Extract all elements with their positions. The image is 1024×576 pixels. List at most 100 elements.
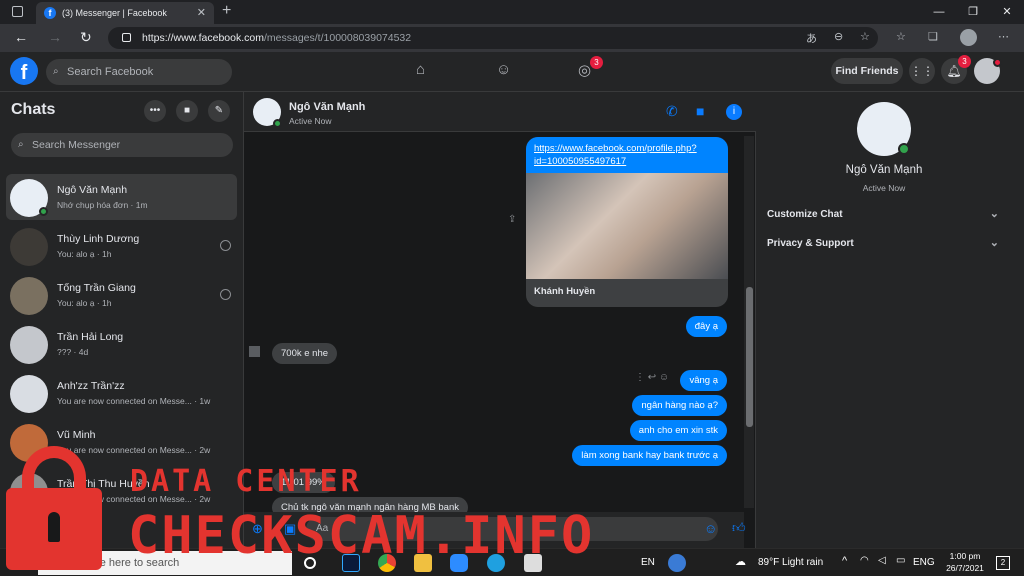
browser-profile-avatar[interactable]	[960, 29, 977, 46]
conversation-avatar	[10, 326, 48, 364]
conversation-item[interactable]: Thùy Linh Dương You: alo ạ · 1h	[6, 223, 237, 269]
conversation-avatar	[10, 424, 48, 462]
contact-profile-name[interactable]: Ngô Văn Mạnh	[756, 164, 1012, 176]
conversation-snippet: You: alo ạ · 1h	[57, 249, 112, 259]
message-in[interactable]: 11 01 99%	[272, 472, 335, 493]
link-preview-card[interactable]: https://www.facebook.com/profile.php?id=…	[526, 137, 728, 307]
message-out[interactable]: anh cho em xin stk	[629, 420, 727, 441]
conversation-name: Vũ Minh	[57, 429, 96, 441]
battery-icon[interactable]: ▭	[896, 555, 905, 566]
minimize-icon[interactable]: —	[922, 0, 956, 24]
language-short[interactable]: EN	[641, 557, 655, 568]
read-aloud-icon[interactable]: あ	[806, 30, 817, 46]
new-tab-button[interactable]: +	[222, 2, 231, 20]
clock-time[interactable]: 1:00 pm	[945, 551, 985, 561]
conversation-item[interactable]: Anh'zz Trần'zz You are now connected on M…	[6, 370, 237, 416]
messenger-search-input[interactable]: ⌕ Search Messenger	[11, 133, 233, 157]
app-icon[interactable]	[524, 554, 542, 572]
close-tab-icon[interactable]: ✕	[197, 6, 206, 19]
close-window-icon[interactable]: ✕	[990, 0, 1024, 24]
home-icon[interactable]: ⌂	[416, 61, 425, 78]
task-view-icon[interactable]	[304, 557, 316, 569]
tab-actions-icon[interactable]	[12, 6, 23, 17]
taskbar-search-input[interactable]: Type here to search	[38, 551, 292, 575]
link-preview-image	[526, 173, 728, 279]
language-indicator[interactable]: ENG	[913, 557, 935, 568]
friends-icon[interactable]: ☺	[496, 61, 511, 78]
conversation-avatar	[10, 375, 48, 413]
edge-icon[interactable]	[487, 554, 505, 572]
file-explorer-icon[interactable]	[414, 554, 432, 572]
conversation-item[interactable]: Vũ Minh You are now connected on Messe...…	[6, 419, 237, 465]
menu-grid-icon[interactable]: ⋮⋮	[909, 58, 935, 84]
privacy-support-label: Privacy & Support	[767, 238, 854, 249]
options-icon[interactable]: •••	[144, 100, 166, 122]
conversation-snippet: Nhớ chụp hóa đơn · 1m	[57, 200, 148, 210]
customize-chat-section[interactable]: Customize Chat ⌄	[767, 208, 999, 220]
chat-scrollbar-thumb[interactable]	[746, 287, 753, 427]
forward-icon[interactable]: →	[48, 29, 62, 45]
chats-title: Chats	[11, 101, 56, 118]
favorites-icon[interactable]: ☆	[896, 30, 906, 43]
message-in[interactable]: 700k e nhe	[272, 343, 338, 364]
message-out[interactable]: vâng ạ	[680, 370, 727, 391]
chrome-icon[interactable]	[378, 554, 396, 572]
volume-icon[interactable]: ◁	[878, 555, 886, 566]
restore-icon[interactable]: ❐	[956, 0, 990, 24]
url-field[interactable]: https://www.facebook.com/messages/t/1000…	[108, 27, 878, 49]
back-icon[interactable]: ←	[14, 29, 28, 45]
browser-tab[interactable]: f (3) Messenger | Facebook ✕	[36, 2, 214, 24]
conversation-item[interactable]: Trần Hải Long ??? · 4d	[6, 321, 237, 367]
conversation-name: Thùy Linh Dương	[57, 233, 140, 245]
share-icon[interactable]: ⇪	[508, 214, 516, 225]
new-message-icon[interactable]: ✎	[208, 100, 230, 122]
conversation-item[interactable]: Tống Trần Giang You: alo ạ · 1h	[6, 272, 237, 318]
contact-name[interactable]: Ngô Văn Mạnh	[289, 101, 365, 113]
message-actions-icon[interactable]: ⋮ ↩ ☺	[635, 372, 669, 383]
video-call-icon[interactable]: ■	[696, 103, 704, 119]
favorite-star-icon[interactable]: ☆	[860, 30, 870, 43]
message-input[interactable]: Aa	[306, 517, 718, 541]
conversation-item[interactable]: Trần Thị Thu Huyền You are now connected …	[6, 468, 237, 514]
conversation-snippet: You are now connected on Messe... · 2w	[57, 494, 211, 504]
message-out[interactable]: ngân hàng nào ạ?	[632, 395, 727, 416]
refresh-icon[interactable]: ↻	[80, 29, 92, 46]
facebook-logo-icon[interactable]: f	[10, 57, 38, 85]
conversation-name: Tống Trần Giang	[57, 282, 136, 294]
chat-main: Ngô Văn Mạnh Active Now ✆ ■ i https://ww…	[244, 92, 756, 548]
clock-date[interactable]: 26/7/2021	[939, 563, 991, 573]
address-bar-row: ← → ↻ https://www.facebook.com/messages/…	[0, 24, 1024, 52]
like-icon[interactable]: 👍︎	[732, 520, 746, 536]
zoom-app-icon[interactable]	[450, 554, 468, 572]
notification-center-icon[interactable]: 2	[996, 556, 1010, 570]
search-placeholder: Search Facebook	[67, 66, 154, 78]
privacy-support-section[interactable]: Privacy & Support ⌄	[767, 237, 999, 249]
gif-icon[interactable]: ▣	[284, 521, 296, 537]
wifi-icon[interactable]: ◠	[860, 555, 869, 566]
video-call-icon[interactable]: ■	[176, 100, 198, 122]
conversation-info-panel: Ngô Văn Mạnh Active Now Customize Chat ⌄…	[756, 92, 1024, 548]
photoshop-icon[interactable]	[342, 554, 360, 572]
search-icon: ⌕	[18, 139, 24, 150]
facebook-search-input[interactable]: ⌕ Search Facebook	[46, 59, 232, 85]
conversation-snippet: You are now connected on Messe... · 2w	[57, 445, 211, 455]
emoji-icon[interactable]: ☺	[704, 521, 717, 536]
tab-title: (3) Messenger | Facebook	[62, 8, 167, 18]
info-icon[interactable]: i	[726, 104, 742, 120]
conversation-name: Trần Thị Thu Huyền	[57, 478, 150, 490]
conversation-snippet: You: alo ạ · 1h	[57, 298, 112, 308]
message-out[interactable]: làm xong bank hay bank trước ạ	[572, 445, 727, 466]
collections-icon[interactable]: ❏	[928, 30, 938, 43]
conversation-item[interactable]: Ngô Văn Mạnh Nhớ chụp hóa đơn · 1m	[6, 174, 237, 220]
help-icon[interactable]	[668, 554, 686, 572]
zoom-icon[interactable]: ⊖	[834, 30, 843, 43]
more-menu-icon[interactable]: ⋯	[998, 30, 1009, 43]
message-composer: ⊕ ▣ Aa ☺ 👍︎	[244, 512, 746, 548]
weather-text[interactable]: 89°F Light rain	[758, 557, 823, 568]
find-friends-button[interactable]: Find Friends	[831, 58, 903, 84]
message-out[interactable]: đây ạ	[685, 316, 727, 337]
phone-call-icon[interactable]: ✆	[666, 103, 678, 120]
shared-link[interactable]: https://www.facebook.com/profile.php?id=…	[526, 137, 728, 173]
chevron-up-icon[interactable]: ^	[842, 555, 847, 567]
more-actions-icon[interactable]: ⊕	[252, 521, 263, 537]
